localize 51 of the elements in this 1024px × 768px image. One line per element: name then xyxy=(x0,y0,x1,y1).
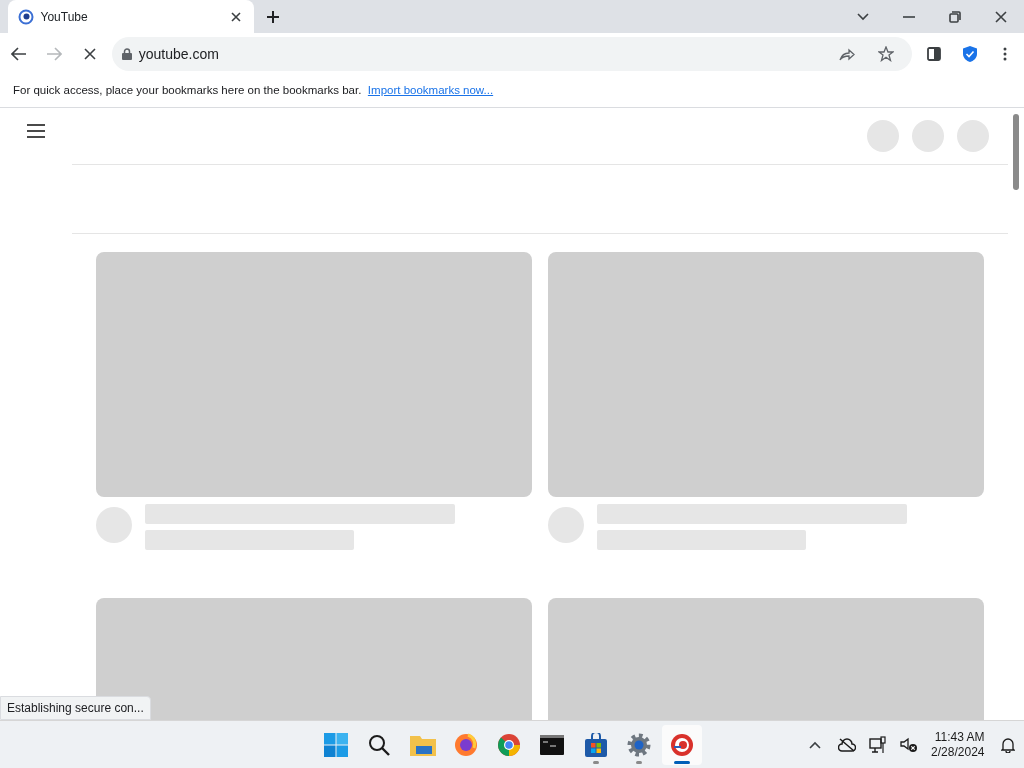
folder-icon xyxy=(409,733,436,756)
clock[interactable]: 11:43 AM 2/28/2024 xyxy=(931,729,985,760)
terminal-icon xyxy=(540,734,565,755)
icon-placeholder xyxy=(866,120,899,152)
time-text: 11:43 AM xyxy=(933,729,985,745)
menu-icon xyxy=(27,123,45,138)
icon-placeholder xyxy=(956,120,989,152)
close-icon xyxy=(231,11,241,22)
bell-icon xyxy=(1000,736,1015,753)
shopping-bag-icon xyxy=(584,732,607,757)
back-arrow-icon xyxy=(11,47,28,61)
close-icon xyxy=(995,10,1007,23)
kebab-menu-icon xyxy=(1002,47,1007,61)
running-indicator xyxy=(635,760,642,764)
icon-placeholder xyxy=(911,120,944,152)
bookmarks-hint: For quick access, place your bookmarks here on the bookmarks bar. xyxy=(13,83,362,99)
network-monitor-icon[interactable] xyxy=(869,735,888,754)
fox-globe-icon xyxy=(453,732,478,757)
chevron-up-icon xyxy=(809,740,822,749)
browser-tab[interactable]: YouTube xyxy=(8,0,254,33)
minimize-icon xyxy=(903,15,915,18)
stop-icon xyxy=(83,48,96,60)
running-indicator xyxy=(674,760,690,764)
speaker-muted-icon[interactable] xyxy=(900,736,919,753)
url-text: youtube.com xyxy=(138,44,220,64)
cloud-off-icon[interactable] xyxy=(838,737,857,752)
ring-icon xyxy=(670,732,694,757)
address-bar[interactable]: youtube.com xyxy=(112,37,912,71)
tab-title: YouTube xyxy=(40,8,89,26)
scrollbar-thumb[interactable] xyxy=(1013,114,1019,190)
search-icon xyxy=(368,733,391,756)
date-text: 2/28/2024 xyxy=(931,744,985,760)
chrome-icon xyxy=(497,732,521,757)
plus-icon xyxy=(266,10,281,24)
avatar-placeholder xyxy=(548,506,584,543)
site-icon xyxy=(18,8,34,25)
side-panel-icon xyxy=(927,47,942,61)
forward-arrow-icon xyxy=(46,47,63,61)
windows-logo-icon xyxy=(324,732,348,757)
chevron-down-icon xyxy=(857,12,869,21)
share-arrow-icon xyxy=(839,47,856,61)
shield-check-icon xyxy=(961,45,978,63)
taskbar-app-button[interactable] xyxy=(662,724,702,765)
gear-icon xyxy=(626,732,651,757)
status-bubble: Establishing secure con... xyxy=(0,696,151,720)
import-bookmarks-link[interactable]: Import bookmarks now... xyxy=(367,82,494,100)
avatar-placeholder xyxy=(96,506,132,543)
restore-icon xyxy=(949,10,961,23)
star-icon xyxy=(877,46,894,62)
lock-icon xyxy=(122,48,133,60)
running-indicator xyxy=(592,760,599,764)
